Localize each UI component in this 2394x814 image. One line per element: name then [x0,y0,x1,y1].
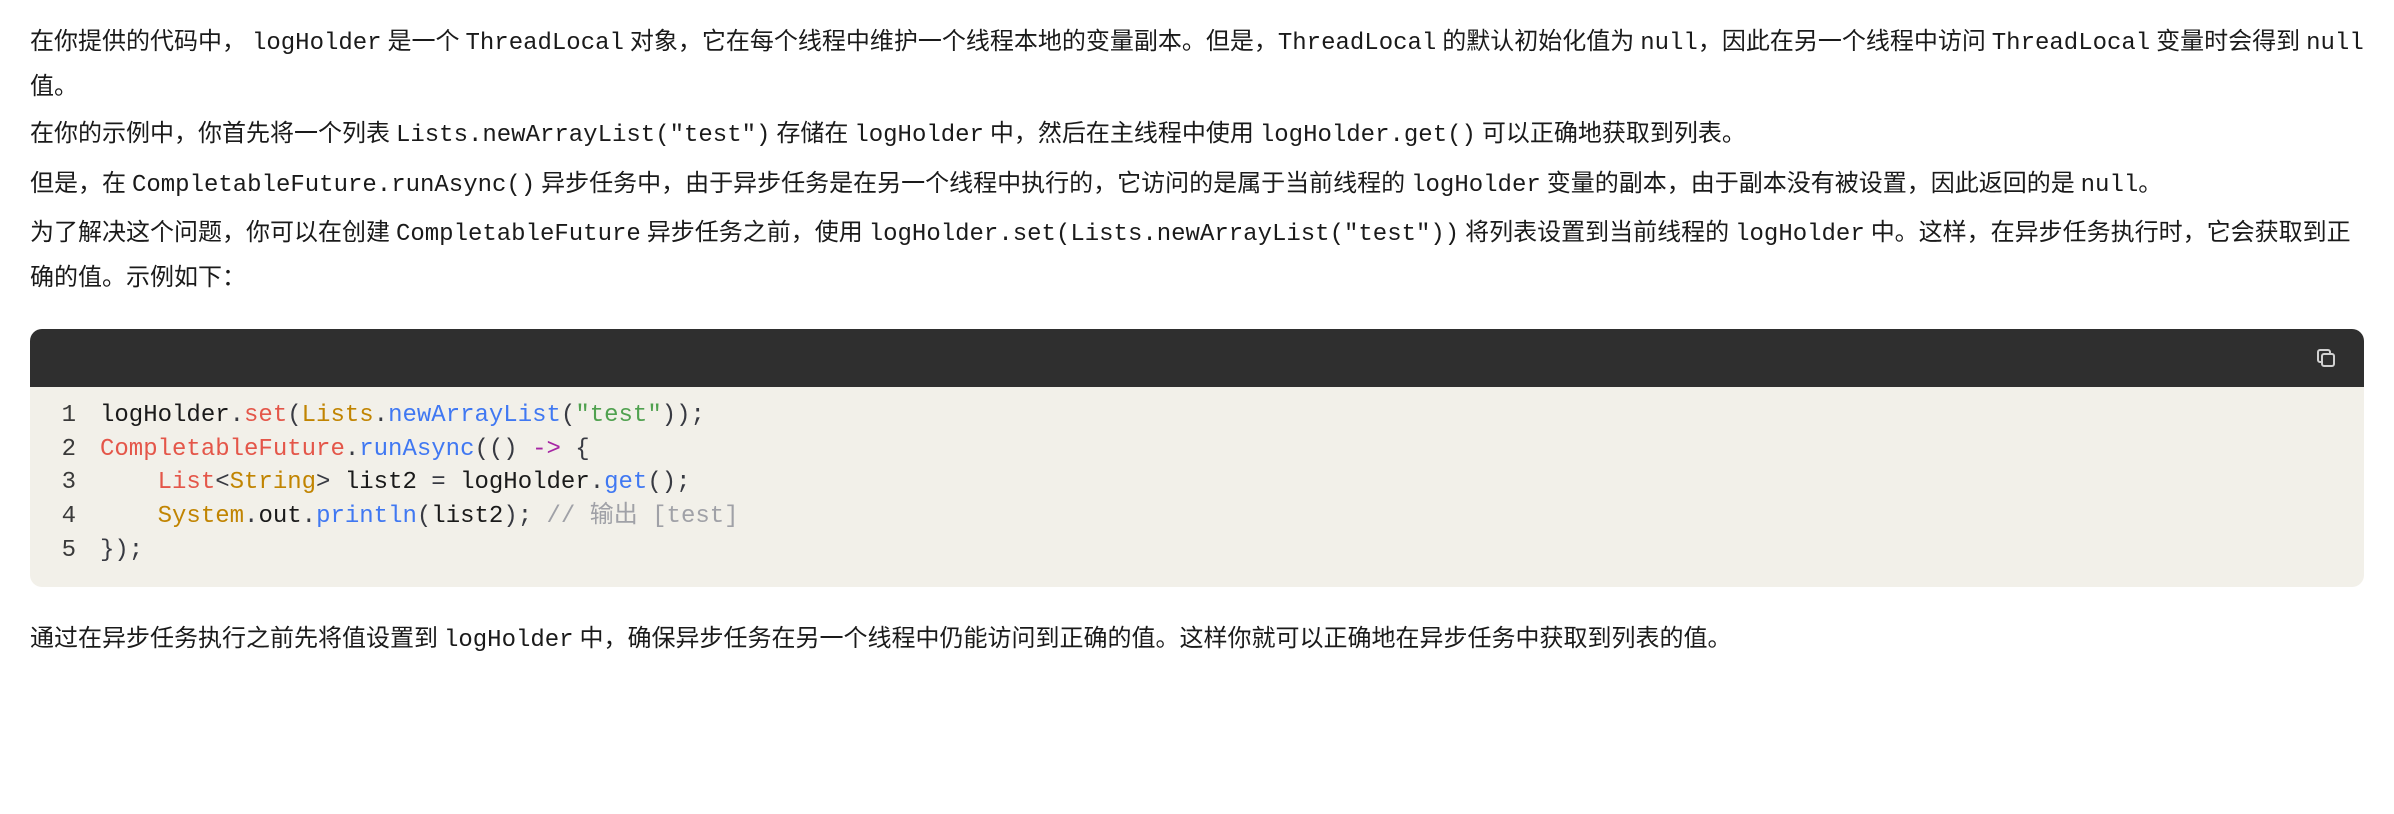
paragraph-4: 为了解决这个问题，你可以在创建 CompletableFuture 异步任务之前… [30,211,2364,299]
text: 通过在异步任务执行之前先将值设置到 [30,624,444,652]
line-content: logHolder.set(Lists.newArrayList("test")… [100,399,2364,433]
copy-icon [2314,346,2338,370]
text: 中，确保异步任务在另一个线程中仍能访问到正确的值。这样你就可以正确地在异步任务中… [574,624,1732,652]
line-number: 1 [30,399,100,433]
text: 值。 [30,72,78,100]
code-block: 1 logHolder.set(Lists.newArrayList("test… [30,329,2364,587]
inline-code: logHolder [444,627,574,654]
inline-code: CompletableFuture.runAsync() [132,172,535,199]
line-number: 4 [30,500,100,534]
paragraph-2: 在你的示例中，你首先将一个列表 Lists.newArrayList("test… [30,112,2364,157]
text: 可以正确地获取到列表。 [1476,119,1746,147]
code-line: 5 }); [30,534,2364,568]
inline-code: logHolder.set(Lists.newArrayList("test")… [869,221,1460,248]
inline-code: CompletableFuture [396,221,641,248]
inline-code: null [1640,30,1698,57]
code-header [30,329,2364,387]
inline-code: null [2306,30,2364,57]
text: 中，然后在主线程中使用 [984,119,1260,147]
paragraph-5: 通过在异步任务执行之前先将值设置到 logHolder 中，确保异步任务在另一个… [30,617,2364,662]
text: 为了解决这个问题，你可以在创建 [30,218,396,246]
line-number: 5 [30,534,100,568]
inline-code: logHolder [1411,172,1541,199]
text: 是一个 [382,27,466,55]
text: 但是，在 [30,169,132,197]
line-content: }); [100,534,2364,568]
code-line: 3 List<String> list2 = logHolder.get(); [30,466,2364,500]
text: 存储在 [770,119,854,147]
inline-code: logHolder.get() [1260,122,1476,149]
text: 变量时会得到 [2150,27,2306,55]
code-line: 1 logHolder.set(Lists.newArrayList("test… [30,399,2364,433]
paragraph-3: 但是，在 CompletableFuture.runAsync() 异步任务中，… [30,162,2364,207]
inline-code: logHolder [1735,221,1865,248]
text: 的默认初始化值为 [1436,27,1640,55]
text: 在你的示例中，你首先将一个列表 [30,119,396,147]
copy-button[interactable] [2312,344,2340,372]
inline-code: ThreadLocal [1278,30,1436,57]
code-line: 2 CompletableFuture.runAsync(() -> { [30,433,2364,467]
text: 。 [2138,169,2162,197]
text: 对象，它在每个线程中维护一个线程本地的变量副本。但是， [624,27,1278,55]
inline-code: logHolder [854,122,984,149]
line-content: List<String> list2 = logHolder.get(); [100,466,2364,500]
inline-code: logHolder [252,30,382,57]
paragraph-1: 在你提供的代码中， logHolder 是一个 ThreadLocal 对象，它… [30,20,2364,108]
inline-code: null [2081,172,2139,199]
text: 异步任务之前，使用 [641,218,869,246]
text: ，因此在另一个线程中访问 [1698,27,1992,55]
inline-code: Lists.newArrayList("test") [396,122,770,149]
code-body: 1 logHolder.set(Lists.newArrayList("test… [30,387,2364,587]
line-number: 2 [30,433,100,467]
inline-code: ThreadLocal [465,30,623,57]
line-content: System.out.println(list2); // 输出 [test] [100,500,2364,534]
line-content: CompletableFuture.runAsync(() -> { [100,433,2364,467]
text: 异步任务中，由于异步任务是在另一个线程中执行的，它访问的是属于当前线程的 [535,169,1411,197]
text: 将列表设置到当前线程的 [1459,218,1735,246]
text: 变量的副本，由于副本没有被设置，因此返回的是 [1541,169,2081,197]
text: 在你提供的代码中， [30,27,252,55]
line-number: 3 [30,466,100,500]
code-line: 4 System.out.println(list2); // 输出 [test… [30,500,2364,534]
inline-code: ThreadLocal [1992,30,2150,57]
